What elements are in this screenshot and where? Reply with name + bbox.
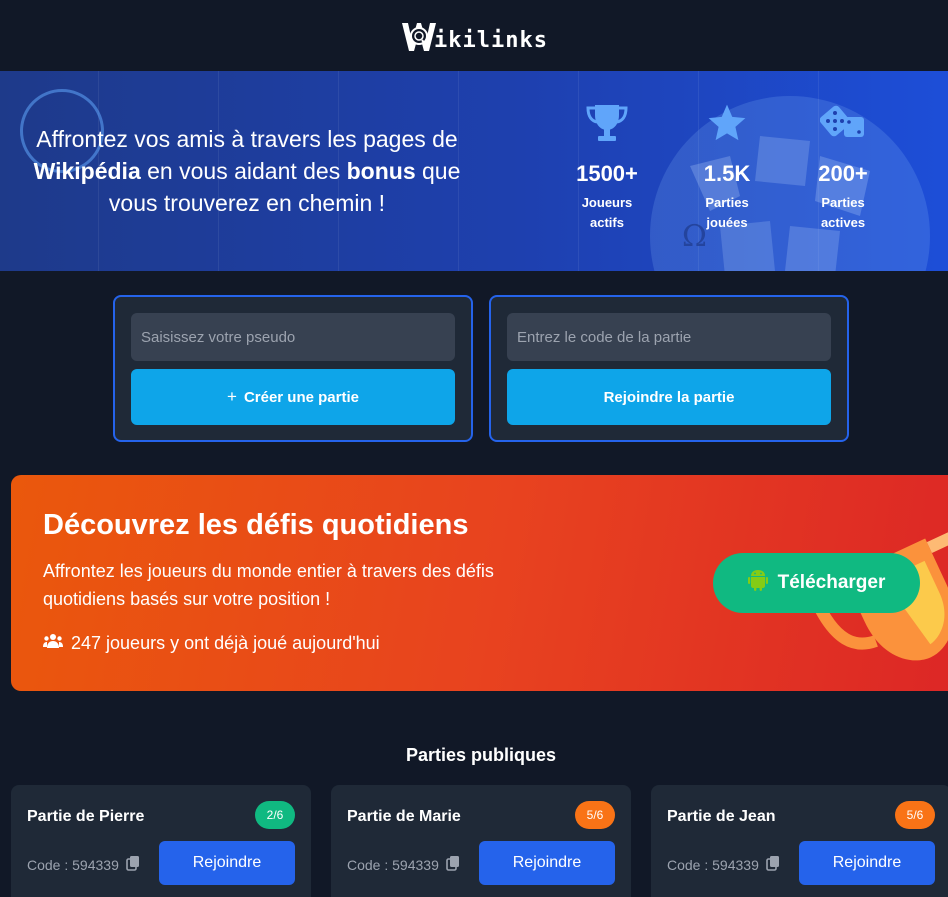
game-card: Partie de Marie 5/6 Code : 594339 Rejoin… bbox=[331, 785, 631, 897]
copy-icon[interactable] bbox=[765, 855, 781, 874]
logo-text: ikilinks bbox=[434, 27, 548, 53]
stat-active-games: 200+ Parties actives bbox=[798, 101, 888, 233]
game-name: Partie de Pierre bbox=[27, 808, 145, 825]
copy-icon[interactable] bbox=[125, 855, 141, 874]
banner-title: Découvrez les défis quotidiens bbox=[43, 509, 469, 541]
copy-icon[interactable] bbox=[445, 855, 461, 874]
stat-players: 1500+ Joueurs actifs bbox=[562, 101, 652, 233]
banner-description: Affrontez les joueurs du monde entier à … bbox=[43, 561, 494, 609]
join-public-game-button[interactable]: Rejoindre bbox=[799, 841, 935, 885]
players-today: 247 joueurs y ont déjà joué aujourd'hui bbox=[43, 633, 380, 654]
game-code-input[interactable] bbox=[507, 313, 831, 361]
android-icon bbox=[747, 569, 768, 597]
join-game-button[interactable]: Rejoindre la partie bbox=[507, 369, 831, 425]
download-button[interactable]: Télécharger bbox=[713, 553, 920, 613]
players-count-badge: 5/6 bbox=[895, 801, 935, 829]
join-game-card: Rejoindre la partie bbox=[489, 295, 849, 442]
wikilinks-logo-icon bbox=[400, 17, 438, 55]
header: ikilinks bbox=[0, 0, 948, 71]
logo[interactable]: ikilinks bbox=[400, 17, 548, 55]
star-icon bbox=[682, 101, 772, 145]
game-code: Code : 594339 bbox=[27, 855, 141, 874]
create-game-card: + Créer une partie bbox=[113, 295, 473, 442]
players-count-badge: 2/6 bbox=[255, 801, 295, 829]
join-public-game-button[interactable]: Rejoindre bbox=[159, 841, 295, 885]
game-code: Code : 594339 bbox=[347, 855, 461, 874]
public-games-title: Parties publiques bbox=[405, 745, 557, 765]
game-name: Partie de Jean bbox=[667, 808, 776, 825]
hero-banner: Ω N Affrontez vos amis à travers les pag… bbox=[0, 71, 948, 271]
pseudo-input[interactable] bbox=[131, 313, 455, 361]
join-public-game-button[interactable]: Rejoindre bbox=[479, 841, 615, 885]
game-card: Partie de Pierre 2/6 Code : 594339 Rejoi… bbox=[11, 785, 311, 897]
players-count-badge: 5/6 bbox=[575, 801, 615, 829]
daily-challenge-banner: Découvrez les défis quotidiens Affrontez… bbox=[11, 475, 948, 691]
create-game-button[interactable]: + Créer une partie bbox=[131, 369, 455, 425]
game-name: Partie de Marie bbox=[347, 808, 461, 825]
users-icon bbox=[43, 633, 63, 654]
game-code: Code : 594339 bbox=[667, 855, 781, 874]
stat-games-played: 1.5K Parties jouées bbox=[682, 101, 772, 233]
trophy-icon bbox=[562, 101, 652, 145]
plus-icon: + bbox=[227, 387, 237, 406]
dice-icon bbox=[798, 101, 888, 145]
hero-tagline: Affrontez vos amis à travers les pages d… bbox=[33, 126, 461, 216]
game-card: Partie de Jean 5/6 Code : 594339 Rejoind… bbox=[651, 785, 948, 897]
